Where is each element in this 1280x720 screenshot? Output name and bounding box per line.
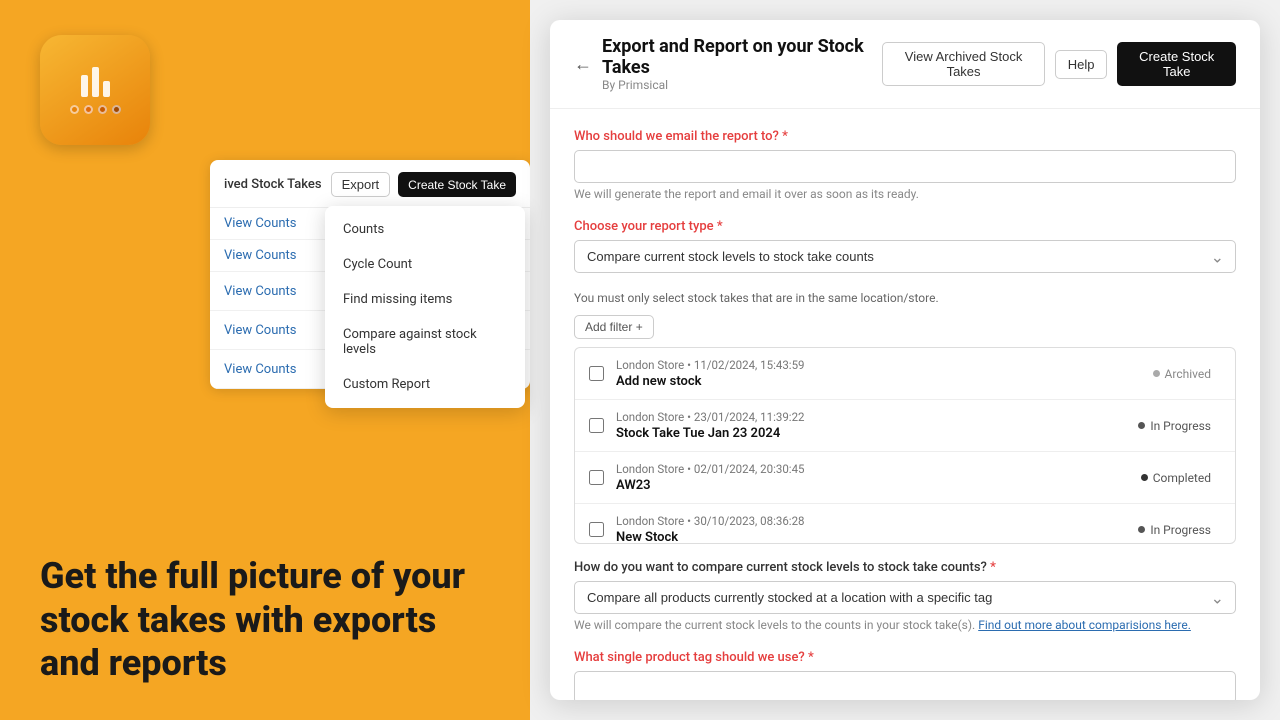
modal-container: ← Export and Report on your Stock Takes … bbox=[550, 20, 1260, 700]
app-list-title: ived Stock Takes bbox=[224, 177, 322, 192]
logo-bar-1 bbox=[81, 75, 88, 97]
logo-dots bbox=[70, 105, 121, 114]
status-badge-3: Completed bbox=[1131, 468, 1221, 488]
logo-bar-2 bbox=[92, 67, 99, 97]
compare-select[interactable]: Compare all products currently stocked a… bbox=[574, 581, 1236, 614]
modal-title: Export and Report on your Stock Takes bbox=[602, 36, 882, 78]
badge-dot-4 bbox=[1138, 526, 1145, 533]
badge-label-4: In Progress bbox=[1150, 523, 1211, 537]
view-counts-link-4[interactable]: View Counts bbox=[224, 323, 297, 338]
view-counts-link-3[interactable]: View Counts bbox=[224, 284, 297, 299]
logo-bar-3 bbox=[103, 81, 110, 97]
stock-store-3: London Store • 02/01/2024, 20:30:45 bbox=[616, 462, 1119, 476]
stock-checkbox-2[interactable] bbox=[589, 418, 604, 433]
logo-dot-4 bbox=[112, 105, 121, 114]
dropdown-item-compare[interactable]: Compare against stock levels bbox=[325, 317, 525, 367]
filter-bar: Add filter + bbox=[574, 315, 1236, 339]
stock-info-1: London Store • 11/02/2024, 15:43:59 Add … bbox=[616, 358, 1131, 389]
view-archived-button[interactable]: View Archived Stock Takes bbox=[882, 42, 1044, 86]
modal-header: ← Export and Report on your Stock Takes … bbox=[550, 20, 1260, 109]
stock-name-1: Add new stock bbox=[616, 374, 1131, 389]
tag-label: What single product tag should we use? * bbox=[574, 650, 1236, 665]
right-panel: ← Export and Report on your Stock Takes … bbox=[530, 0, 1280, 720]
stock-list-scroll[interactable]: London Store • 11/02/2024, 15:43:59 Add … bbox=[575, 348, 1235, 543]
find-out-link[interactable]: Find out more about comparisions here. bbox=[978, 618, 1191, 632]
back-arrow-icon[interactable]: ← bbox=[574, 54, 592, 75]
stock-info-4: London Store • 30/10/2023, 08:36:28 New … bbox=[616, 514, 1116, 543]
stock-item-1: London Store • 11/02/2024, 15:43:59 Add … bbox=[575, 348, 1235, 400]
dropdown-item-custom-report[interactable]: Custom Report bbox=[325, 367, 525, 402]
left-panel: ived Stock Takes Export Create Stock Tak… bbox=[0, 0, 530, 720]
tag-section: What single product tag should we use? * bbox=[574, 650, 1236, 700]
stock-store-4: London Store • 30/10/2023, 08:36:28 bbox=[616, 514, 1116, 528]
status-badge-1: Archived bbox=[1143, 364, 1221, 384]
modal-title-block: Export and Report on your Stock Takes By… bbox=[602, 36, 882, 92]
email-input[interactable] bbox=[574, 150, 1236, 183]
dropdown-menu: Counts Cycle Count Find missing items Co… bbox=[325, 206, 525, 408]
dropdown-item-find-missing[interactable]: Find missing items bbox=[325, 282, 525, 317]
modal-header-right: View Archived Stock Takes Help Create St… bbox=[882, 42, 1236, 86]
stock-item-2: London Store • 23/01/2024, 11:39:22 Stoc… bbox=[575, 400, 1235, 452]
compare-hint: We will compare the current stock levels… bbox=[574, 618, 1236, 632]
report-type-select[interactable]: Compare current stock levels to stock ta… bbox=[574, 240, 1236, 273]
badge-label-1: Archived bbox=[1165, 367, 1211, 381]
stock-item-3: London Store • 02/01/2024, 20:30:45 AW23… bbox=[575, 452, 1235, 504]
logo-dot-2 bbox=[84, 105, 93, 114]
logo-inner bbox=[70, 67, 121, 114]
stock-info-3: London Store • 02/01/2024, 20:30:45 AW23 bbox=[616, 462, 1119, 493]
stock-name-4: New Stock bbox=[616, 530, 1116, 543]
tag-input[interactable] bbox=[574, 671, 1236, 700]
dropdown-item-cycle-count[interactable]: Cycle Count bbox=[325, 247, 525, 282]
view-counts-link-1[interactable]: View Counts bbox=[224, 216, 297, 231]
stock-store-2: London Store • 23/01/2024, 11:39:22 bbox=[616, 410, 1116, 424]
stock-store-1: London Store • 11/02/2024, 15:43:59 bbox=[616, 358, 1131, 372]
email-hint: We will generate the report and email it… bbox=[574, 187, 1236, 201]
dropdown-item-counts[interactable]: Counts bbox=[325, 212, 525, 247]
create-stock-take-header-button[interactable]: Create Stock Take bbox=[1117, 42, 1236, 86]
logo-dot-3 bbox=[98, 105, 107, 114]
email-label: Who should we email the report to? * bbox=[574, 129, 1236, 144]
compare-label: How do you want to compare current stock… bbox=[574, 560, 1236, 575]
logo-container bbox=[40, 35, 150, 145]
email-section: Who should we email the report to? * We … bbox=[574, 129, 1236, 201]
compare-select-wrapper: Compare all products currently stocked a… bbox=[574, 581, 1236, 614]
logo-dot-1 bbox=[70, 105, 79, 114]
modal-header-left: ← Export and Report on your Stock Takes … bbox=[574, 36, 882, 92]
stock-list-container: London Store • 11/02/2024, 15:43:59 Add … bbox=[574, 347, 1236, 544]
stock-name-2: Stock Take Tue Jan 23 2024 bbox=[616, 426, 1116, 441]
compare-section: How do you want to compare current stock… bbox=[574, 560, 1236, 632]
report-type-label: Choose your report type * bbox=[574, 219, 1236, 234]
stock-info-2: London Store • 23/01/2024, 11:39:22 Stoc… bbox=[616, 410, 1116, 441]
same-location-note: You must only select stock takes that ar… bbox=[574, 291, 1236, 305]
report-type-select-wrapper: Compare current stock levels to stock ta… bbox=[574, 240, 1236, 273]
add-filter-button[interactable]: Add filter + bbox=[574, 315, 654, 339]
stock-checkbox-1[interactable] bbox=[589, 366, 604, 381]
badge-dot-3 bbox=[1141, 474, 1148, 481]
view-counts-link-5[interactable]: View Counts bbox=[224, 362, 297, 377]
stock-item-4: London Store • 30/10/2023, 08:36:28 New … bbox=[575, 504, 1235, 543]
stock-checkbox-4[interactable] bbox=[589, 522, 604, 537]
logo-bars bbox=[81, 67, 110, 97]
status-badge-4: In Progress bbox=[1128, 520, 1221, 540]
badge-label-3: Completed bbox=[1153, 471, 1211, 485]
header-buttons: Export Create Stock Take bbox=[331, 172, 516, 197]
create-stock-button[interactable]: Create Stock Take bbox=[398, 172, 516, 197]
status-badge-2: In Progress bbox=[1128, 416, 1221, 436]
badge-dot-2 bbox=[1138, 422, 1145, 429]
logo-box bbox=[40, 35, 150, 145]
badge-label-2: In Progress bbox=[1150, 419, 1211, 433]
app-list-header: ived Stock Takes Export Create Stock Tak… bbox=[210, 160, 530, 208]
export-button[interactable]: Export bbox=[331, 172, 391, 197]
view-counts-link-2[interactable]: View Counts bbox=[224, 248, 297, 263]
modal-body: Who should we email the report to? * We … bbox=[550, 109, 1260, 700]
report-type-section: Choose your report type * Compare curren… bbox=[574, 219, 1236, 273]
stock-checkbox-3[interactable] bbox=[589, 470, 604, 485]
help-button[interactable]: Help bbox=[1055, 50, 1108, 79]
tagline: Get the full picture of your stock takes… bbox=[40, 555, 500, 685]
stock-name-3: AW23 bbox=[616, 478, 1119, 493]
badge-dot-1 bbox=[1153, 370, 1160, 377]
modal-subtitle: By Primsical bbox=[602, 78, 882, 92]
